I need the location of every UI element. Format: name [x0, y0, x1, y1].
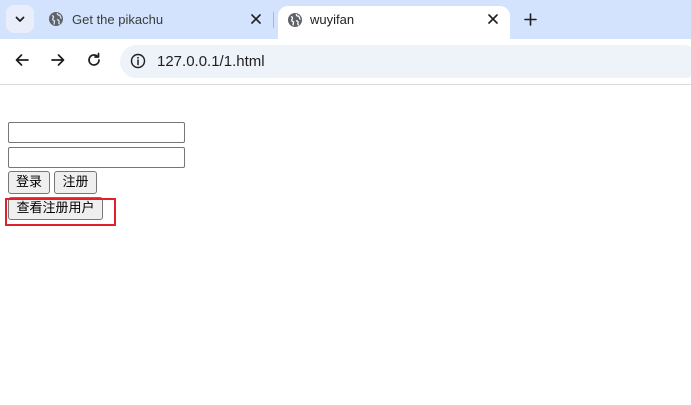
highlight-annotation-box [5, 198, 116, 226]
close-icon[interactable] [484, 10, 502, 28]
globe-icon [48, 11, 64, 27]
password-input[interactable] [8, 147, 185, 168]
reload-icon [86, 52, 102, 72]
tab-title: Get the pikachu [72, 12, 164, 27]
tab-strip: Get the pikachu wuyifan [0, 0, 691, 39]
page-content: 登录 注册 查看注册用户 [0, 86, 691, 405]
register-button[interactable]: 注册 [54, 171, 97, 194]
forward-button[interactable] [46, 50, 70, 74]
username-input[interactable] [8, 122, 185, 143]
browser-toolbar: 127.0.0.1/1.html [0, 39, 691, 85]
url-text[interactable]: 127.0.0.1/1.html [157, 53, 265, 70]
info-icon[interactable] [126, 49, 150, 73]
plus-icon [523, 11, 537, 30]
globe-icon [287, 12, 303, 28]
arrow-left-icon [14, 52, 30, 72]
close-icon[interactable] [247, 10, 265, 28]
tab-divider [273, 12, 274, 28]
login-button[interactable]: 登录 [8, 171, 50, 194]
back-button[interactable] [10, 50, 34, 74]
tab-search-button[interactable] [6, 5, 34, 33]
tab-get-the-pikachu[interactable]: Get the pikachu [38, 0, 270, 39]
new-tab-button[interactable] [519, 9, 541, 31]
address-bar[interactable]: 127.0.0.1/1.html [120, 45, 691, 78]
chevron-down-icon [14, 10, 26, 29]
arrow-right-icon [50, 52, 66, 72]
tab-wuyifan[interactable]: wuyifan [278, 6, 510, 39]
tab-title: wuyifan [310, 12, 355, 27]
reload-button[interactable] [82, 50, 106, 74]
